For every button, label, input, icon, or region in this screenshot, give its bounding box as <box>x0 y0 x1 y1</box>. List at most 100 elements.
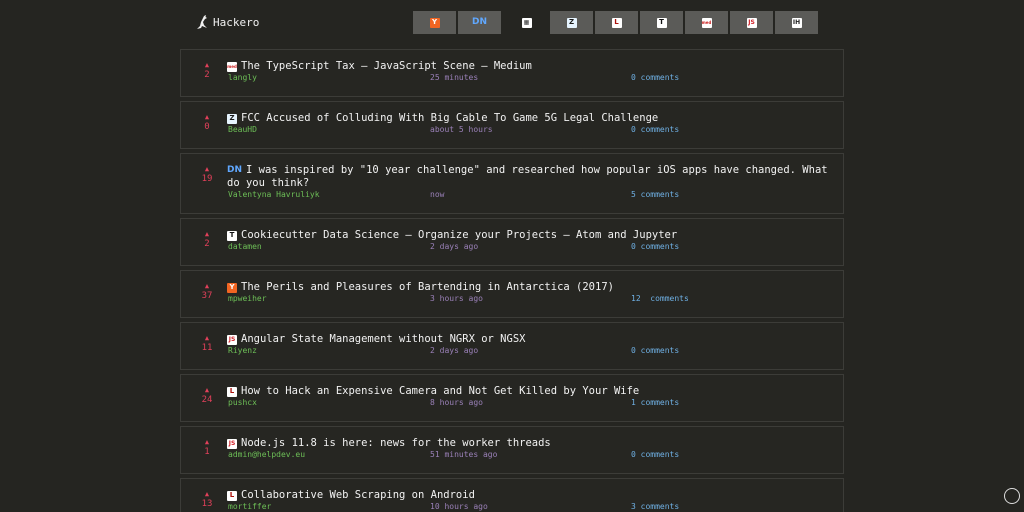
zr-icon: Z <box>227 113 237 124</box>
vote[interactable]: ▲ 0 <box>199 112 215 132</box>
author[interactable]: datamen <box>228 242 262 251</box>
tab-indiehackers[interactable]: IH <box>775 11 818 34</box>
post-title[interactable]: FCC Accused of Colluding With Big Cable … <box>241 112 658 124</box>
tab-hackernews[interactable]: Y <box>413 11 456 34</box>
post-meta: datamen 2 days ago 0 comments <box>228 242 828 252</box>
post-title[interactable]: Node.js 11.8 is here: news for the worke… <box>241 437 551 449</box>
post-title-link[interactable]: L Collaborative Web Scraping on Android <box>227 489 831 502</box>
ycombinator-icon: Y <box>429 17 440 28</box>
timestamp: about 5 hours <box>430 125 493 134</box>
post-title[interactable]: The Perils and Pleasures of Bartending i… <box>241 281 614 293</box>
timestamp: 25 minutes <box>430 73 479 82</box>
post-meta: admin@helpdev.eu 51 minutes ago 0 comments <box>228 450 828 460</box>
tab-lobsters[interactable]: L <box>595 11 638 34</box>
post-title[interactable]: Angular State Management without NGRX or… <box>241 333 525 345</box>
list-item: ▲ 37 Y The Perils and Pleasures of Bartendi… <box>180 270 844 318</box>
score: 37 <box>201 291 213 301</box>
vote[interactable]: ▲ 37 <box>199 281 215 301</box>
app-name: Hackero <box>213 15 260 29</box>
score: 24 <box>201 395 213 405</box>
upvote-icon[interactable]: ▲ <box>199 229 215 239</box>
post-title-link[interactable]: L How to Hack an Expensive Camera and Not… <box>227 385 831 398</box>
upvote-icon[interactable]: ▲ <box>199 281 215 291</box>
timestamp: 3 hours ago <box>430 294 483 303</box>
comments-link[interactable]: 1 comments <box>631 398 679 407</box>
lobsters-icon: L <box>227 490 237 501</box>
comments-link[interactable]: 3 comments <box>631 502 679 511</box>
author[interactable]: BeauHD <box>228 125 257 134</box>
circle-button[interactable] <box>1004 488 1020 504</box>
comments-link[interactable]: 0 comments <box>631 450 679 459</box>
tab-designernews[interactable]: DN <box>458 11 501 34</box>
post-title[interactable]: Cookiecutter Data Science – Organize you… <box>241 229 677 241</box>
kangaroo-logo-icon <box>197 15 207 29</box>
tab-echojs[interactable]: JS <box>730 11 773 34</box>
upvote-icon[interactable]: ▲ <box>199 333 215 343</box>
list-item: ▲ 1 JS Node.js 11.8 is here: news for the w… <box>180 426 844 474</box>
timestamp: 8 hours ago <box>430 398 483 407</box>
list-item: ▲ 0 Z FCC Accused of Colluding With Big Cab… <box>180 101 844 149</box>
post-title-link[interactable]: JS Node.js 11.8 is here: news for the wor… <box>227 437 831 450</box>
upvote-icon[interactable]: ▲ <box>199 60 215 70</box>
post-title[interactable]: How to Hack an Expensive Camera and Not … <box>241 385 639 397</box>
medium-icon: med <box>227 62 237 72</box>
comments-link[interactable]: 12 comments <box>631 294 689 303</box>
vote[interactable]: ▲ 19 <box>199 164 215 184</box>
timestamp: 2 days ago <box>430 242 479 251</box>
tab-zeroes[interactable]: Z <box>550 11 593 34</box>
post-list: ▲ 2 med The TypeScript Tax – JavaScript Sce… <box>180 49 844 512</box>
vote[interactable]: ▲ 1 <box>199 437 215 457</box>
upvote-icon[interactable]: ▲ <box>199 437 215 447</box>
comments-link[interactable]: 0 comments <box>631 73 679 82</box>
post-title[interactable]: Collaborative Web Scraping on Android <box>241 489 475 501</box>
comments-link[interactable]: 5 comments <box>631 190 679 199</box>
post-title[interactable]: I was inspired by "10 year challenge" an… <box>227 164 828 189</box>
vote[interactable]: ▲ 2 <box>199 60 215 80</box>
author[interactable]: pushcx <box>228 398 257 407</box>
author[interactable]: mortiffer <box>228 502 271 511</box>
tab-producthunt[interactable]: ▦ <box>505 11 548 34</box>
post-title[interactable]: The TypeScript Tax – JavaScript Scene – … <box>241 60 532 72</box>
comments-link[interactable]: 0 comments <box>631 242 679 251</box>
brand[interactable]: Hackero <box>196 15 259 29</box>
js-icon: JS <box>227 439 237 449</box>
post-title-link[interactable]: med The TypeScript Tax – JavaScript Scene… <box>227 60 831 73</box>
post-title-link[interactable]: Y The Perils and Pleasures of Bartending … <box>227 281 831 294</box>
upvote-icon[interactable]: ▲ <box>199 164 215 174</box>
post-meta: pushcx 8 hours ago 1 comments <box>228 398 828 408</box>
js-icon: JS <box>227 335 237 345</box>
tab-medium[interactable]: med <box>685 11 728 34</box>
post-meta: mortiffer 10 hours ago 3 comments <box>228 502 828 512</box>
author[interactable]: Riyenz <box>228 346 257 355</box>
comments-link[interactable]: 0 comments <box>631 125 679 134</box>
post-title-link[interactable]: JS Angular State Management without NGRX … <box>227 333 831 346</box>
upvote-icon[interactable]: ▲ <box>199 112 215 122</box>
post-title-link[interactable]: Z FCC Accused of Colluding With Big Cable… <box>227 112 831 125</box>
post-meta: mpweiher 3 hours ago 12 comments <box>228 294 828 304</box>
list-item: ▲ 19 DN I was inspired by "10 year challeng… <box>180 153 844 214</box>
timestamp: 2 days ago <box>430 346 479 355</box>
score: 2 <box>204 239 210 249</box>
timestamp: 51 minutes ago <box>430 450 498 459</box>
comments-link[interactable]: 0 comments <box>631 346 679 355</box>
author[interactable]: mpweiher <box>228 294 267 303</box>
post-meta: Riyenz 2 days ago 0 comments <box>228 346 828 356</box>
author[interactable]: admin@helpdev.eu <box>228 450 305 459</box>
upvote-icon[interactable]: ▲ <box>199 385 215 395</box>
designernews-icon: DN <box>472 17 488 27</box>
score: 1 <box>204 447 210 457</box>
timestamp: 10 hours ago <box>430 502 488 511</box>
author[interactable]: langly <box>228 73 257 82</box>
post-title-link[interactable]: T Cookiecutter Data Science – Organize yo… <box>227 229 831 242</box>
vote[interactable]: ▲ 11 <box>199 333 215 353</box>
upvote-icon[interactable]: ▲ <box>199 489 215 499</box>
tab-techbeacon[interactable]: T <box>640 11 683 34</box>
post-title-link[interactable]: DN I was inspired by "10 year challenge" … <box>227 164 831 190</box>
vote[interactable]: ▲ 13 <box>199 489 215 509</box>
vote[interactable]: ▲ 2 <box>199 229 215 249</box>
vote[interactable]: ▲ 24 <box>199 385 215 405</box>
author[interactable]: Valentyna Havruliyk <box>228 190 320 199</box>
score: 11 <box>201 343 213 353</box>
list-item: ▲ 13 L Collaborative Web Scraping on Androi… <box>180 478 844 512</box>
list-item: ▲ 24 L How to Hack an Expensive Camera and … <box>180 374 844 422</box>
